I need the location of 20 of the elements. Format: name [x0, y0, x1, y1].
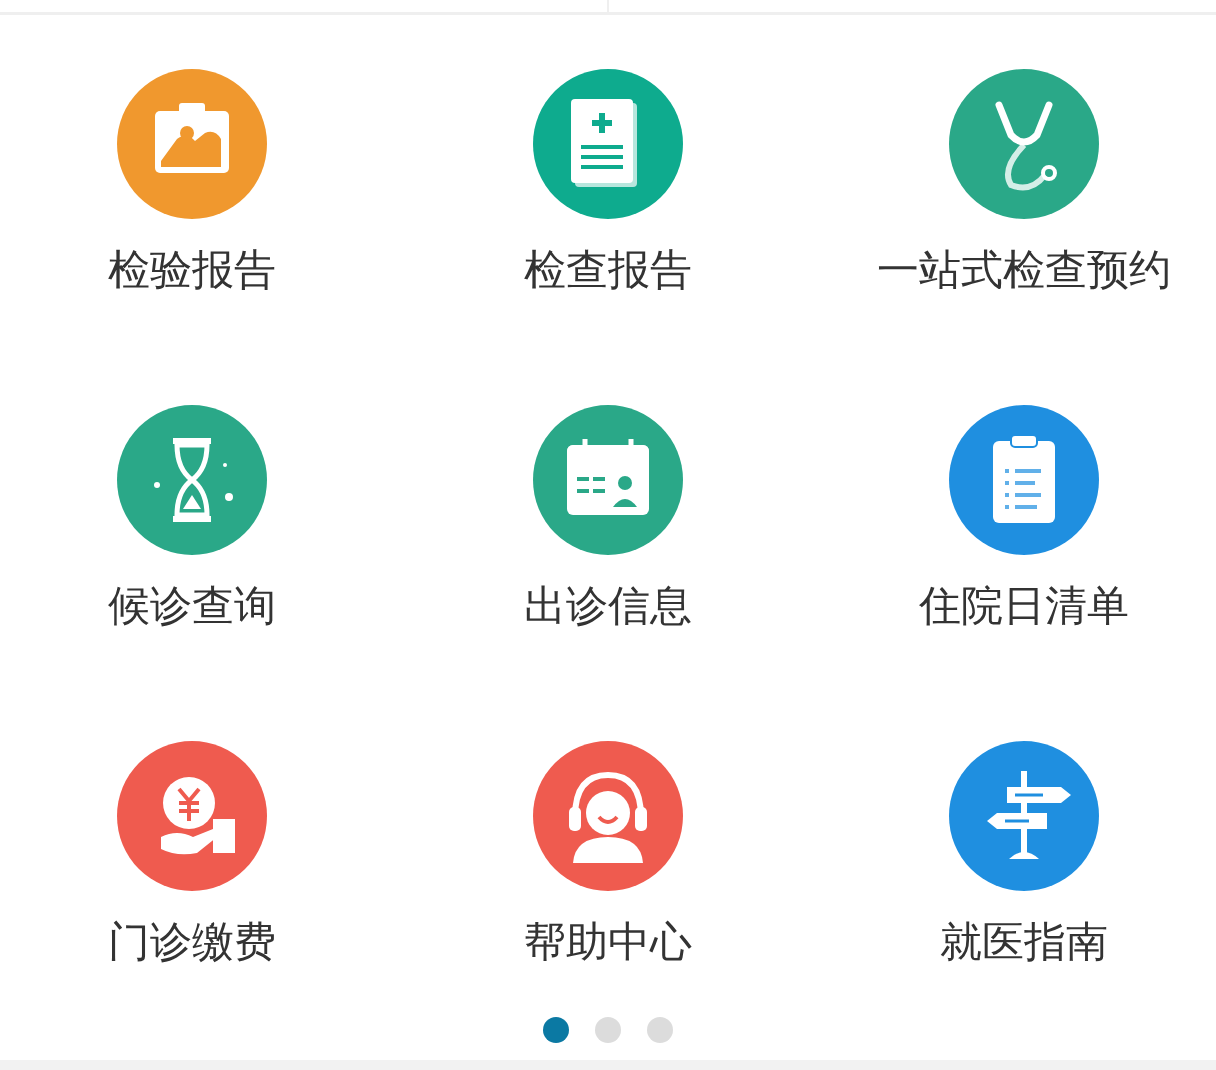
service-label[interactable]: 检验报告	[108, 244, 276, 296]
signpost-icon[interactable]	[949, 741, 1099, 891]
calendar-icon[interactable]	[533, 405, 683, 555]
page-dot[interactable]	[595, 1017, 621, 1043]
service-label[interactable]: 住院日清单	[919, 580, 1129, 632]
service-label[interactable]: 帮助中心	[524, 916, 692, 968]
service-label[interactable]: 检查报告	[524, 244, 692, 296]
service-label[interactable]: 就医指南	[940, 916, 1108, 968]
service-label[interactable]: 出诊信息	[524, 580, 692, 632]
page-dot[interactable]	[647, 1017, 673, 1043]
stethoscope-icon[interactable]	[949, 69, 1099, 219]
service-label[interactable]: 门诊缴费	[108, 916, 276, 968]
headset-icon[interactable]	[533, 741, 683, 891]
hourglass-icon[interactable]	[117, 405, 267, 555]
service-label[interactable]: 候诊查询	[108, 580, 276, 632]
report-icon[interactable]	[533, 69, 683, 219]
payment-icon[interactable]	[117, 741, 267, 891]
page-dot[interactable]	[543, 1017, 569, 1043]
clipboard-icon[interactable]	[949, 405, 1099, 555]
service-label[interactable]: 一站式检查预约	[877, 244, 1171, 296]
